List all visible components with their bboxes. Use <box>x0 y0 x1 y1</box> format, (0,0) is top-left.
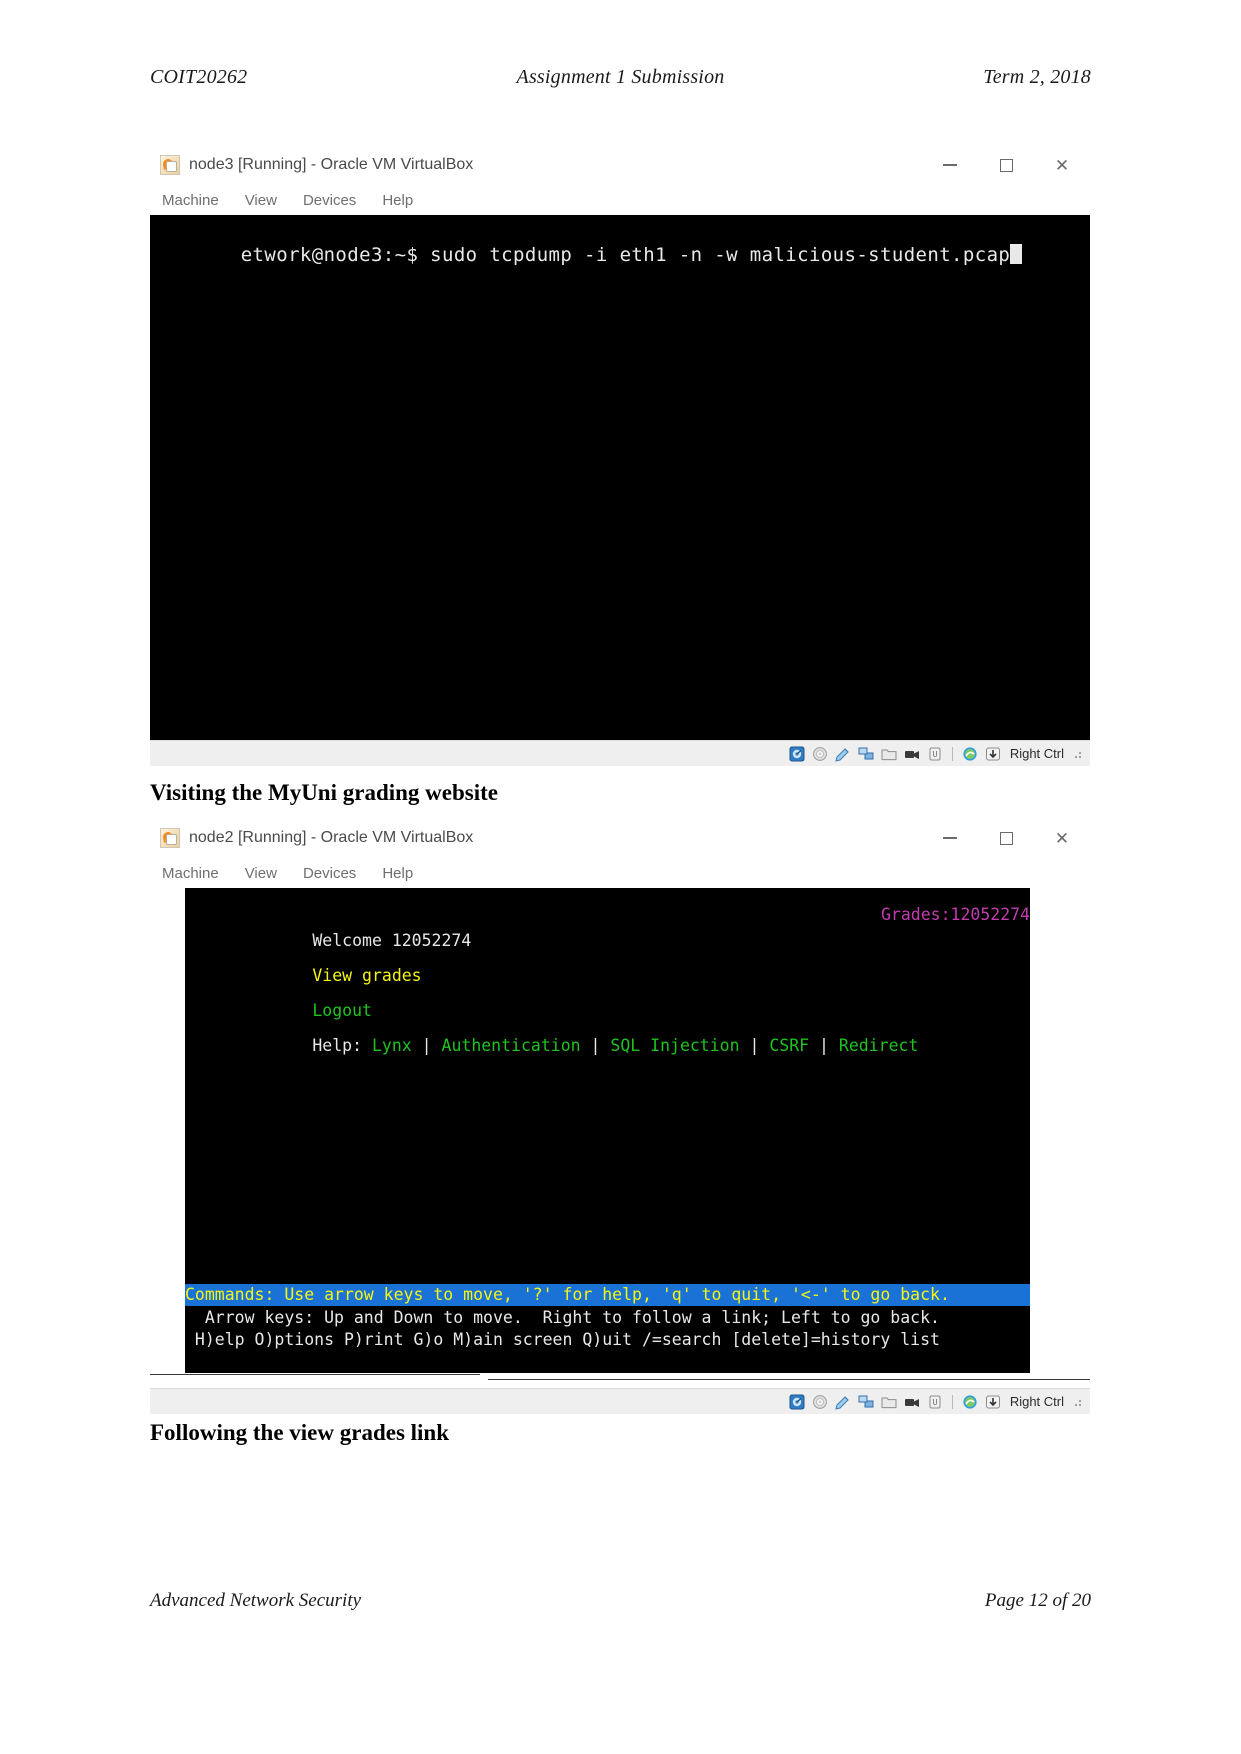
statusbar-divider <box>951 1394 953 1409</box>
lynx-link-logout[interactable]: Logout <box>312 1001 372 1020</box>
lynx-commands-bar: Commands: Use arrow keys to move, '?' fo… <box>185 1284 1030 1306</box>
network-icon[interactable] <box>857 1394 875 1410</box>
minimize-button-node2[interactable] <box>922 820 978 856</box>
lynx-help-line-1: Arrow keys: Up and Down to move. Right t… <box>185 1308 940 1327</box>
header-course-code: COIT20262 <box>150 66 248 88</box>
caption-visiting-myuni: Visiting the MyUni grading website <box>150 780 498 805</box>
network-icon[interactable] <box>857 746 875 762</box>
lynx-help-separator: | <box>749 1035 760 1055</box>
screen-margin-left <box>150 888 185 1373</box>
shared-folders-icon[interactable] <box>880 746 898 762</box>
titlebar-node2: node2 [Running] - Oracle VM VirtualBox ✕ <box>150 818 1090 858</box>
titlebar-node3: node3 [Running] - Oracle VM VirtualBox ✕ <box>150 145 1090 185</box>
hard-disk-icon[interactable] <box>788 746 806 762</box>
hard-disk-icon[interactable] <box>788 1394 806 1410</box>
mouse-integration-icon[interactable] <box>961 1394 979 1410</box>
close-button-node2[interactable]: ✕ <box>1034 820 1090 856</box>
lynx-browser[interactable]: Grades:12052274 Welcome 12052274 View gr… <box>185 888 1030 1373</box>
window-controls-node2: ✕ <box>922 820 1090 856</box>
minimize-button-node3[interactable] <box>922 147 978 183</box>
video-capture-icon[interactable] <box>903 1394 921 1410</box>
host-key-icon[interactable] <box>984 746 1002 762</box>
menubar-node3: Machine View Devices Help <box>150 185 1090 215</box>
terminal-prompt-line: etwork@node3:~$ sudo tcpdump -i eth1 -n … <box>150 222 1023 288</box>
statusbar-divider <box>951 746 953 761</box>
lynx-link-lynx[interactable]: Lynx <box>372 1036 412 1055</box>
header-title: Assignment 1 Submission <box>516 66 725 88</box>
lynx-help-separator: | <box>819 1035 829 1055</box>
resize-grip[interactable] <box>1074 1396 1084 1407</box>
optical-disk-icon[interactable] <box>811 746 829 762</box>
lynx-help-separator: | <box>590 1035 601 1055</box>
statusbar-node3: U Right Ctrl <box>150 740 1090 766</box>
optical-disk-icon[interactable] <box>811 1394 829 1410</box>
floppy-disk-icon[interactable] <box>834 1394 852 1410</box>
resize-grip[interactable] <box>1074 748 1084 759</box>
usb-icon[interactable]: U <box>926 746 944 762</box>
floppy-disk-icon[interactable] <box>834 746 852 762</box>
menu-item-devices[interactable]: Devices <box>303 865 356 882</box>
svg-text:U: U <box>932 750 937 759</box>
footer-page-number: Page 12 of 20 <box>984 1590 1091 1611</box>
lynx-link-sql-injection[interactable]: SQL Injection <box>610 1036 739 1055</box>
virtualbox-window-node3[interactable]: node3 [Running] - Oracle VM VirtualBox ✕… <box>150 145 1090 766</box>
footer-unit-name: Advanced Network Security <box>150 1590 362 1611</box>
host-key-label: Right Ctrl <box>1009 1394 1064 1409</box>
window-title-node2: node2 [Running] - Oracle VM VirtualBox <box>189 829 474 846</box>
screen-margin-right <box>1030 888 1090 1373</box>
running-footer: Advanced Network Security Page 12 of 20 <box>150 1590 1091 1612</box>
terminal-command-text: etwork@node3:~$ sudo tcpdump -i eth1 -n … <box>240 244 1011 266</box>
menu-item-help[interactable]: Help <box>382 192 413 209</box>
vm-screen-node2[interactable]: Grades:12052274 Welcome 12052274 View gr… <box>150 888 1090 1388</box>
lynx-help-label: Help: <box>312 1035 363 1055</box>
header-term: Term 2, 2018 <box>983 66 1091 88</box>
screen-divider-right <box>488 1379 1090 1380</box>
menu-item-view[interactable]: View <box>245 865 277 882</box>
virtualbox-icon <box>160 828 180 848</box>
menubar-node2: Machine View Devices Help <box>150 858 1090 888</box>
menu-item-machine[interactable]: Machine <box>162 865 219 882</box>
maximize-button-node2[interactable] <box>978 820 1034 856</box>
lynx-link-redirect[interactable]: Redirect <box>839 1036 918 1055</box>
mouse-integration-icon[interactable] <box>961 746 979 762</box>
window-controls-node3: ✕ <box>922 147 1090 183</box>
menu-item-help[interactable]: Help <box>382 865 413 882</box>
svg-text:U: U <box>932 1398 937 1407</box>
close-button-node3[interactable]: ✕ <box>1034 147 1090 183</box>
menu-item-devices[interactable]: Devices <box>303 192 356 209</box>
usb-icon[interactable]: U <box>926 1394 944 1410</box>
document-page: COIT20262 Assignment 1 Submission Term 2… <box>0 0 1241 1754</box>
lynx-help-line-2: H)elp O)ptions P)rint G)o M)ain screen Q… <box>185 1330 940 1349</box>
virtualbox-window-node2[interactable]: node2 [Running] - Oracle VM VirtualBox ✕… <box>150 818 1090 1414</box>
vm-screen-node3[interactable]: etwork@node3:~$ sudo tcpdump -i eth1 -n … <box>150 215 1090 740</box>
menu-item-view[interactable]: View <box>245 192 277 209</box>
menu-item-machine[interactable]: Machine <box>162 192 219 209</box>
video-capture-icon[interactable] <box>903 746 921 762</box>
lynx-help-separator: | <box>421 1035 432 1055</box>
caption-following-view-grades: Following the view grades link <box>150 1420 450 1445</box>
virtualbox-icon <box>160 155 180 175</box>
lynx-page-title: Grades:12052274 <box>880 904 1030 924</box>
running-header: COIT20262 Assignment 1 Submission Term 2… <box>150 66 1091 89</box>
window-title-node3: node3 [Running] - Oracle VM VirtualBox <box>189 156 474 173</box>
lynx-link-view-grades[interactable]: View grades <box>312 966 421 985</box>
lynx-link-csrf[interactable]: CSRF <box>769 1036 809 1055</box>
shared-folders-icon[interactable] <box>880 1394 898 1410</box>
lynx-welcome-text: Welcome 12052274 <box>312 930 472 950</box>
host-key-icon[interactable] <box>984 1394 1002 1410</box>
terminal-cursor <box>1010 244 1023 265</box>
statusbar-node2: U Right Ctrl <box>150 1388 1090 1414</box>
host-key-label: Right Ctrl <box>1009 746 1064 761</box>
maximize-button-node3[interactable] <box>978 147 1034 183</box>
screen-divider-left <box>150 1374 480 1375</box>
lynx-link-authentication[interactable]: Authentication <box>442 1036 581 1055</box>
